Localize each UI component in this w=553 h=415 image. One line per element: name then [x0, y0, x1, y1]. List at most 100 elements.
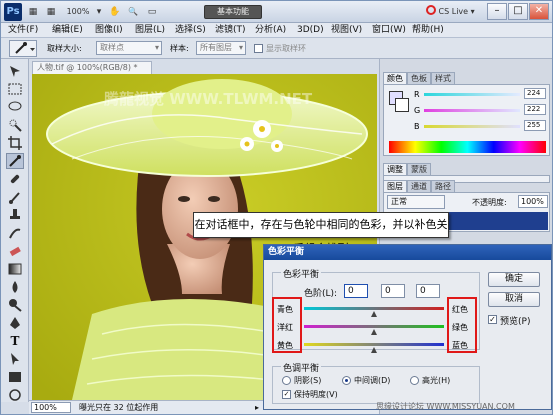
color-g-value[interactable]: 222 — [524, 104, 546, 115]
color-spectrum-ramp[interactable] — [389, 141, 546, 153]
menu-select[interactable]: 选择(S) — [175, 24, 206, 37]
menu-window[interactable]: 窗口(W) — [372, 24, 406, 37]
level-cyan-red-input[interactable]: 0 — [344, 284, 368, 298]
clone-stamp-tool-icon[interactable] — [6, 207, 24, 223]
zoom-dropdown-icon[interactable]: ▾ — [94, 4, 104, 20]
menu-filter[interactable]: 滤镜(T) — [215, 24, 246, 37]
color-b-value[interactable]: 255 — [524, 120, 546, 131]
cs-live-button[interactable]: CS Live ▾ — [426, 4, 475, 20]
cyan-red-slider-thumb[interactable] — [371, 311, 377, 317]
preserve-luminosity-checkbox[interactable]: ✓ — [282, 390, 291, 399]
color-g-track[interactable] — [424, 109, 520, 112]
quick-selection-tool-icon[interactable] — [6, 117, 24, 133]
ok-button[interactable]: 确定 — [488, 272, 540, 287]
tools-panel: T — [1, 59, 29, 402]
show-sampling-ring-label: 显示取样环 — [266, 44, 306, 53]
marquee-tool-icon[interactable] — [6, 81, 24, 97]
pen-tool-icon[interactable] — [6, 315, 24, 331]
lasso-tool-icon[interactable] — [6, 99, 24, 115]
sample-size-select[interactable]: 取样点 ▾ — [96, 41, 162, 55]
move-tool-icon[interactable] — [6, 63, 24, 79]
menu-file[interactable]: 文件(F) — [8, 24, 38, 37]
level-yellow-blue-input[interactable]: 0 — [416, 284, 440, 298]
tab-adjustments[interactable]: 调整 — [383, 163, 407, 175]
close-button[interactable]: ✕ — [529, 3, 549, 20]
radio-highlights-label: 高光(H) — [422, 376, 451, 385]
tab-channels[interactable]: 通道 — [407, 180, 431, 192]
brush-tool-icon[interactable] — [6, 189, 24, 205]
color-balance-dialog: 色彩平衡 色彩平衡 色阶(L): 0 0 0 青色 红色 洋红 绿色 黄色 蓝色… — [263, 244, 552, 410]
level-magenta-green-input[interactable]: 0 — [381, 284, 405, 298]
tab-layers[interactable]: 图层 — [383, 180, 407, 192]
radio-highlights[interactable] — [410, 376, 419, 385]
magenta-green-slider-track[interactable] — [304, 325, 444, 328]
color-panel: R 224 G 222 B 255 — [383, 84, 550, 156]
sample-size-label: 取样大小: — [47, 44, 82, 53]
eyedropper-tool-icon[interactable] — [6, 153, 24, 169]
yellow-blue-slider-thumb[interactable] — [371, 347, 377, 353]
zoom-tool-icon[interactable]: 🔍 — [125, 4, 141, 20]
dialog-title: 色彩平衡 — [264, 245, 551, 260]
options-bar: 取样大小: 取样点 ▾ 样本: 所有图层 ▾ 显示取样环 — [1, 38, 552, 59]
crop-tool-icon[interactable] — [6, 135, 24, 151]
zoom-level-selector[interactable]: 100% — [63, 4, 93, 20]
site-watermark: 思缘设计论坛 WWW.MISSYUAN.COM — [376, 402, 515, 411]
tool-preset-picker[interactable] — [9, 40, 37, 57]
yellow-blue-slider-track[interactable] — [304, 343, 444, 346]
arrange-documents-icon[interactable]: ▭ — [144, 4, 160, 20]
status-message: 曝光只在 32 位起作用 — [79, 403, 159, 412]
gradient-tool-icon[interactable] — [6, 261, 24, 277]
menu-view[interactable]: 视图(V) — [331, 24, 362, 37]
zoom-field[interactable]: 100% — [31, 402, 71, 413]
blur-tool-icon[interactable] — [6, 279, 24, 295]
sample-select[interactable]: 所有图层 ▾ — [196, 41, 246, 55]
dodge-tool-icon[interactable] — [6, 297, 24, 313]
menu-help[interactable]: 帮助(H) — [412, 24, 444, 37]
tone-balance-group-label: 色调平衡 — [281, 361, 322, 374]
history-brush-tool-icon[interactable] — [6, 225, 24, 241]
bridge-icon[interactable]: ▦ — [25, 4, 41, 20]
tab-color[interactable]: 颜色 — [383, 72, 407, 84]
type-tool-icon[interactable]: T — [6, 333, 24, 349]
tab-styles[interactable]: 样式 — [431, 72, 455, 84]
title-bar: Ps ▦ ▦ 100% ▾ ✋ 🔍 ▭ 基本功能 CS Live ▾ – □ ✕ — [1, 1, 552, 23]
color-b-track[interactable] — [424, 125, 520, 128]
photoshop-logo: Ps — [4, 3, 22, 21]
chevron-down-icon: ▾ — [154, 43, 159, 52]
menu-3d[interactable]: 3D(D) — [297, 24, 324, 37]
cs-live-icon — [426, 5, 436, 15]
hand-tool-icon[interactable]: ✋ — [107, 4, 123, 20]
color-r-track[interactable] — [424, 93, 520, 96]
opacity-field[interactable]: 100% — [518, 195, 548, 208]
menu-layer[interactable]: 图层(L) — [135, 24, 165, 37]
tab-swatches[interactable]: 色板 — [407, 72, 431, 84]
cancel-button[interactable]: 取消 — [488, 292, 540, 307]
eraser-tool-icon[interactable] — [6, 243, 24, 259]
workspace-switcher[interactable]: 基本功能 — [204, 5, 262, 19]
maximize-button[interactable]: □ — [508, 3, 528, 20]
healing-brush-tool-icon[interactable] — [6, 171, 24, 187]
shape-tool-icon[interactable] — [6, 369, 24, 385]
minimize-button[interactable]: – — [487, 3, 507, 20]
show-sampling-ring-checkbox[interactable] — [254, 44, 263, 53]
3d-rotate-tool-icon[interactable] — [6, 387, 24, 403]
tab-paths[interactable]: 路径 — [431, 180, 455, 192]
status-arrow-icon[interactable]: ▸ — [255, 401, 259, 414]
menu-analysis[interactable]: 分析(A) — [255, 24, 286, 37]
menu-image[interactable]: 图像(I) — [95, 24, 123, 37]
radio-midtones[interactable] — [342, 376, 351, 385]
document-tab[interactable]: 人物.tif @ 100%(RGB/8) * — [32, 61, 152, 74]
blend-mode-select[interactable]: 正常 — [387, 195, 445, 209]
cyan-red-slider-track[interactable] — [304, 307, 444, 310]
background-color-swatch[interactable] — [395, 98, 409, 112]
color-balance-group-label: 色彩平衡 — [281, 267, 322, 280]
path-selection-tool-icon[interactable] — [6, 351, 24, 367]
menu-edit[interactable]: 编辑(E) — [52, 24, 83, 37]
preview-checkbox[interactable]: ✓ — [488, 315, 497, 324]
magenta-green-slider-thumb[interactable] — [371, 329, 377, 335]
tab-masks[interactable]: 蒙版 — [407, 163, 431, 175]
color-r-value[interactable]: 224 — [524, 88, 546, 99]
radio-shadows[interactable] — [282, 376, 291, 385]
levels-label: 色阶(L): — [304, 289, 338, 299]
mini-bridge-icon[interactable]: ▦ — [43, 4, 59, 20]
